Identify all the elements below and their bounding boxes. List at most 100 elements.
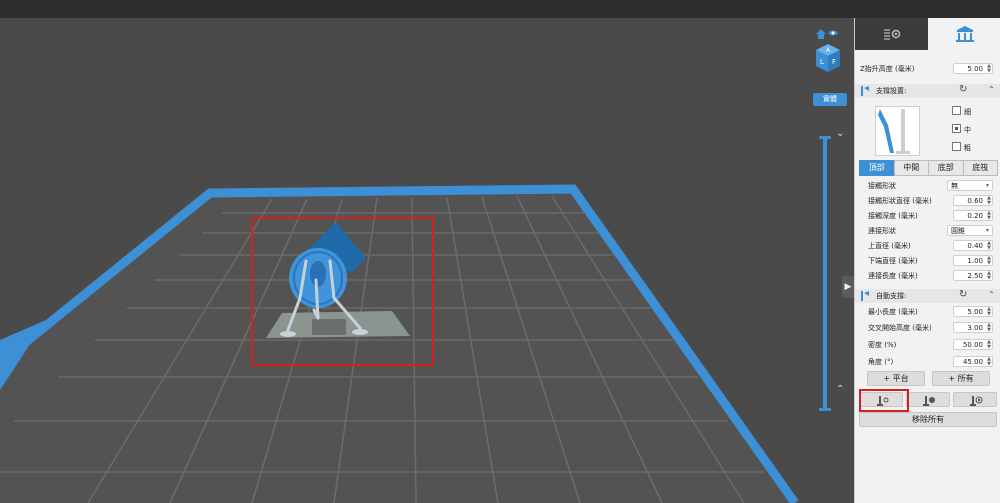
size-medium-label: 中 <box>964 126 971 134</box>
support-region-icon <box>923 396 935 406</box>
view-cube-icon[interactable]: L F A <box>808 28 842 80</box>
support-settings-header[interactable]: 支撐設置: ↻ ⌃ <box>855 84 1000 98</box>
z-lift-input[interactable]: 5.00 ▲ ▼ <box>953 63 993 74</box>
cross-start-value: 3.00 <box>967 324 983 332</box>
contact-shape-value: 無 <box>951 182 958 190</box>
contact-depth-input[interactable]: 0.20 ▲ ▼ <box>953 210 993 221</box>
chevron-down-icon: ▾ <box>985 227 989 234</box>
contact-shape-select[interactable]: 無 ▾ <box>947 180 993 191</box>
solid-view-button[interactable]: 實體 <box>813 93 847 106</box>
tab-raft[interactable]: 底筏 <box>962 160 998 176</box>
spinner-icon[interactable]: ▲ ▼ <box>987 307 991 317</box>
contact-depth-row: 接觸深度 (毫米) 0.20 ▲ ▼ <box>855 209 1000 223</box>
collapse-up-icon[interactable]: ⌃ <box>988 85 995 94</box>
support-line-icon <box>970 396 983 406</box>
z-lift-row: Z抬升高度 (毫米) 5.00 ▲ ▼ <box>855 62 1000 76</box>
chevron-up-icon[interactable]: ⌃ <box>836 384 844 395</box>
cross-start-label: 交叉開始高度 (毫米) <box>868 324 932 332</box>
slider-bottom-handle[interactable] <box>819 408 831 411</box>
collapse-up-icon[interactable]: ⌃ <box>988 290 995 299</box>
add-support-line-button[interactable] <box>953 392 997 407</box>
min-length-label: 最小長度 (毫米) <box>868 308 918 316</box>
tab-middle[interactable]: 中間 <box>893 160 929 176</box>
contact-depth-value: 0.20 <box>967 212 983 220</box>
support-preview-image <box>875 106 920 156</box>
lower-diameter-input[interactable]: 1.00 ▲ ▼ <box>953 255 993 266</box>
tab-bottom[interactable]: 底部 <box>928 160 964 176</box>
connection-shape-value: 圓錐 <box>951 227 965 235</box>
lower-diameter-label: 下端直徑 (毫米) <box>868 257 918 265</box>
angle-label: 角度 (°) <box>868 358 894 366</box>
slider-track <box>823 136 827 411</box>
contact-diameter-row: 接觸形狀直徑 (毫米) 0.60 ▲ ▼ <box>855 194 1000 208</box>
z-lift-value: 5.00 <box>967 65 983 73</box>
refresh-icon[interactable]: ↻ <box>959 84 967 95</box>
cross-start-row: 交叉開始高度 (毫米) 3.00 ▲ ▼ <box>855 321 1000 335</box>
angle-input[interactable]: 45.00 ▲ ▼ <box>953 356 993 367</box>
contact-depth-label: 接觸深度 (毫米) <box>868 212 918 220</box>
auto-support-header[interactable]: 自動支撐: ↻ ⌃ <box>855 289 1000 303</box>
tab-supports[interactable] <box>928 18 1000 50</box>
gear-settings-icon <box>883 29 900 40</box>
contact-shape-row: 接觸形狀 無 ▾ <box>855 179 1000 193</box>
spinner-icon[interactable]: ▲ ▼ <box>987 256 991 266</box>
cross-start-input[interactable]: 3.00 ▲ ▼ <box>953 322 993 333</box>
remove-all-supports-button[interactable]: 移除所有 <box>859 412 997 427</box>
spinner-icon[interactable]: ▲ ▼ <box>987 196 991 206</box>
contact-shape-label: 接觸形狀 <box>868 182 896 190</box>
add-platform-support-button[interactable]: + 平台 <box>867 371 925 386</box>
size-thin-checkbox[interactable] <box>952 106 961 115</box>
spinner-icon[interactable]: ▲ ▼ <box>987 241 991 251</box>
z-lift-label: Z抬升高度 (毫米) <box>860 65 915 73</box>
connection-shape-label: 連接形狀 <box>868 227 896 235</box>
collapse-panel-button[interactable]: ▶ <box>842 276 854 298</box>
highlight-box-model <box>251 217 434 366</box>
connection-shape-select[interactable]: 圓錐 ▾ <box>947 225 993 236</box>
top-bar <box>0 0 1000 19</box>
size-thick-checkbox[interactable] <box>952 142 961 151</box>
connection-length-input[interactable]: 2.50 ▲ ▼ <box>953 270 993 281</box>
size-medium-checkbox[interactable] <box>952 124 961 133</box>
min-length-value: 5.00 <box>967 308 983 316</box>
support-part-tabs: 頂部 中間 底部 底筏 <box>859 160 998 176</box>
density-input[interactable]: 50.00 ▲ ▼ <box>953 339 993 350</box>
z-layer-slider[interactable] <box>819 136 831 411</box>
lower-diameter-value: 1.00 <box>967 257 983 265</box>
panel-tabs <box>855 18 1000 50</box>
spinner-icon[interactable]: ▲ ▼ <box>987 211 991 221</box>
min-length-input[interactable]: 5.00 ▲ ▼ <box>953 306 993 317</box>
spinner-icon[interactable]: ▲ ▼ <box>987 271 991 281</box>
svg-text:F: F <box>832 58 836 66</box>
auto-support-icon <box>861 291 869 301</box>
auto-support-title: 自動支撐: <box>876 292 907 300</box>
chevron-down-icon[interactable]: ⌄ <box>836 128 844 139</box>
refresh-icon[interactable]: ↻ <box>959 289 967 300</box>
right-panel: Z抬升高度 (毫米) 5.00 ▲ ▼ 支撐設置: ↻ ⌃ 細 中 粗 頂部 中間 … <box>854 18 1000 503</box>
contact-diameter-label: 接觸形狀直徑 (毫米) <box>868 197 932 205</box>
size-thick-label: 粗 <box>964 144 971 152</box>
connection-shape-row: 連接形狀 圓錐 ▾ <box>855 224 1000 238</box>
upper-diameter-value: 0.40 <box>967 242 983 250</box>
support-settings-icon <box>861 86 869 96</box>
svg-text:L: L <box>820 58 824 66</box>
tab-settings[interactable] <box>855 18 928 50</box>
add-support-region-button[interactable] <box>906 392 950 407</box>
connection-length-label: 連接長度 (毫米) <box>868 272 918 280</box>
angle-value: 45.00 <box>962 358 983 366</box>
spinner-icon[interactable]: ▲ ▼ <box>987 357 991 367</box>
contact-diameter-value: 0.60 <box>967 197 983 205</box>
add-all-support-button[interactable]: + 所有 <box>932 371 990 386</box>
min-length-row: 最小長度 (毫米) 5.00 ▲ ▼ <box>855 305 1000 319</box>
lower-diameter-row: 下端直徑 (毫米) 1.00 ▲ ▼ <box>855 254 1000 268</box>
upper-diameter-input[interactable]: 0.40 ▲ ▼ <box>953 240 993 251</box>
contact-diameter-input[interactable]: 0.60 ▲ ▼ <box>953 195 993 206</box>
angle-row: 角度 (°) 45.00 ▲ ▼ <box>855 355 1000 369</box>
spinner-icon[interactable]: ▲ ▼ <box>987 64 991 74</box>
support-settings-title: 支撐設置: <box>876 87 907 95</box>
tab-top[interactable]: 頂部 <box>859 160 895 176</box>
spinner-icon[interactable]: ▲ ▼ <box>987 323 991 333</box>
size-thin-label: 細 <box>964 108 971 116</box>
spinner-icon[interactable]: ▲ ▼ <box>987 340 991 350</box>
3d-viewport[interactable]: L F A 實體 ⌄ ⌃ ▶ <box>0 18 854 503</box>
density-value: 50.00 <box>962 341 983 349</box>
